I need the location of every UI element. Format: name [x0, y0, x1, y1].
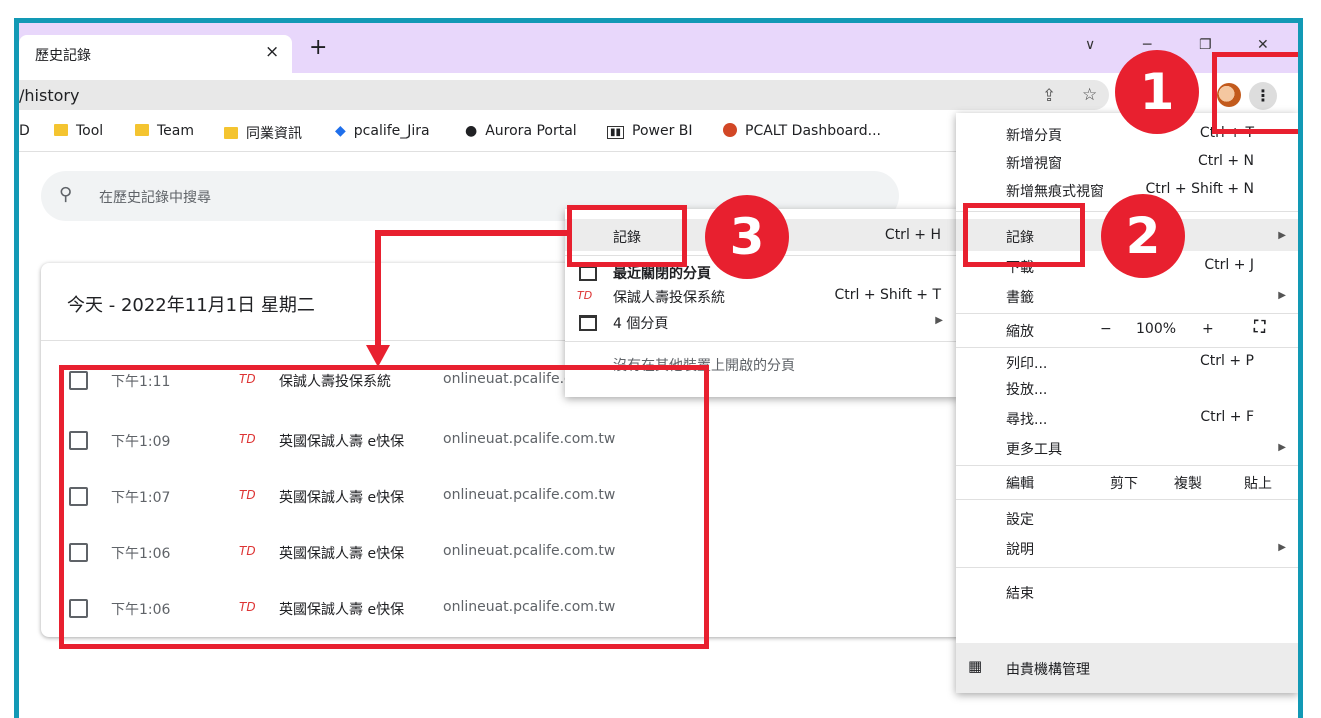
pcalife-favicon: TD — [577, 289, 593, 302]
paste-button[interactable]: 貼上 — [1244, 473, 1272, 493]
toolbar: /history ⇪ ☆ ⋮ — [19, 73, 1298, 115]
bookmark-pcalt-dashboard[interactable]: PCALT Dashboard... — [723, 123, 881, 139]
restore-icon[interactable]: ❐ — [1199, 37, 1212, 53]
annotation-box-history-submenu — [567, 205, 687, 267]
tab-strip: 歷史記錄 × + ∨ ─ ❐ ✕ — [19, 23, 1298, 73]
globe-icon: ● — [465, 123, 478, 139]
menu-zoom-label: 縮放 — [1006, 324, 1034, 340]
tab-history[interactable]: 歷史記錄 × — [19, 35, 292, 73]
menu-settings[interactable]: 設定 — [1006, 509, 1034, 529]
annotation-arrow-vertical — [375, 230, 381, 348]
bookmark-folder-team[interactable]: Team — [135, 123, 194, 139]
bookmark-item[interactable]: D — [19, 123, 30, 139]
menu-new-window-shortcut: Ctrl + N — [1197, 153, 1254, 169]
annotation-box-menu — [1212, 52, 1298, 134]
chevron-right-icon: ▶ — [1278, 442, 1286, 453]
close-window-icon[interactable]: ✕ — [1257, 37, 1269, 53]
day-header: 今天 - 2022年11月1日 星期二 — [67, 295, 315, 316]
chevron-right-icon: ▶ — [1278, 290, 1286, 301]
menu-find[interactable]: 尋找... — [1006, 409, 1047, 429]
zoom-level: 100% — [1136, 321, 1177, 337]
share-icon[interactable]: ⇪ — [1042, 86, 1056, 106]
url-text: /history — [19, 86, 80, 105]
tab-icon — [579, 265, 597, 281]
divider — [565, 341, 959, 342]
new-tab-icon[interactable]: + — [309, 35, 327, 60]
annotation-step-3: 3 — [705, 195, 789, 279]
folder-icon — [135, 124, 149, 136]
browser-window: 歷史記錄 × + ∨ ─ ❐ ✕ /history ⇪ ☆ ⋮ D Tool T… — [19, 23, 1298, 706]
menu-edit-label: 編輯 — [1006, 476, 1034, 492]
menu-exit[interactable]: 結束 — [1006, 583, 1034, 603]
menu-help[interactable]: 說明 — [1006, 539, 1034, 559]
annotation-arrow-head — [366, 345, 390, 367]
menu-bookmarks[interactable]: 書籤 — [1006, 287, 1034, 307]
annotation-step-2: 2 — [1101, 194, 1185, 278]
managed-by-org[interactable]: ▦ 由貴機構管理 — [956, 643, 1298, 693]
annotation-box-history-menu — [963, 203, 1085, 267]
jira-icon: ◆ — [335, 123, 346, 139]
annotation-arrow-horizontal — [375, 230, 571, 236]
tab-icon — [579, 315, 597, 331]
close-tab-icon[interactable]: × — [265, 42, 279, 62]
cut-button[interactable]: 剪下 — [1110, 473, 1138, 493]
search-placeholder: 在歷史記錄中搜尋 — [99, 190, 211, 206]
star-icon[interactable]: ☆ — [1082, 85, 1097, 105]
menu-incognito[interactable]: 新增無痕式視窗 — [1006, 181, 1104, 201]
powerpoint-icon — [723, 123, 737, 137]
search-icon: ⚲ — [59, 184, 73, 205]
managed-label: 由貴機構管理 — [1006, 662, 1090, 678]
address-bar[interactable]: /history ⇪ ☆ — [19, 80, 1109, 110]
menu-print-shortcut: Ctrl + P — [1200, 353, 1254, 369]
menu-incognito-shortcut: Ctrl + Shift + N — [1145, 181, 1254, 197]
powerbi-icon: ▮▮ — [607, 126, 625, 139]
zoom-in-button[interactable]: + — [1202, 321, 1214, 337]
chevron-right-icon: ▶ — [935, 315, 943, 326]
tab-group-item[interactable]: 4 個分頁 — [613, 313, 668, 333]
bookmark-aurora[interactable]: ● Aurora Portal — [465, 123, 577, 139]
divider — [956, 347, 1298, 348]
bookmark-powerbi[interactable]: ▮▮ Power BI — [607, 123, 693, 139]
bookmark-folder-industry[interactable]: 同業資訊 — [224, 123, 302, 143]
menu-new-window[interactable]: 新增視窗 — [1006, 153, 1062, 173]
copy-button[interactable]: 複製 — [1174, 473, 1202, 493]
bookmark-jira[interactable]: ◆ pcalife_Jira — [335, 123, 430, 139]
reopen-shortcut: Ctrl + Shift + T — [834, 287, 941, 303]
menu-more-tools[interactable]: 更多工具 — [1006, 439, 1062, 459]
menu-new-tab[interactable]: 新增分頁 — [1006, 125, 1062, 145]
menu-print[interactable]: 列印... — [1006, 353, 1047, 373]
annotation-box-history-list — [59, 365, 709, 649]
annotation-step-1: 1 — [1115, 50, 1199, 134]
chevron-right-icon: ▶ — [1278, 230, 1286, 241]
divider — [956, 313, 1298, 314]
building-icon: ▦ — [968, 657, 983, 675]
folder-icon — [224, 127, 238, 139]
menu-find-shortcut: Ctrl + F — [1200, 409, 1254, 425]
zoom-out-button[interactable]: − — [1100, 321, 1112, 337]
tab-title: 歷史記錄 — [35, 48, 91, 64]
divider — [956, 567, 1298, 568]
submenu-history-shortcut: Ctrl + H — [884, 227, 941, 243]
folder-icon — [54, 124, 68, 136]
recently-closed-item[interactable]: 保誠人壽投保系統 — [613, 287, 725, 307]
chevron-right-icon: ▶ — [1278, 542, 1286, 553]
divider — [956, 465, 1298, 466]
menu-downloads-shortcut: Ctrl + J — [1204, 257, 1254, 273]
divider — [956, 499, 1298, 500]
tab-search-icon[interactable]: ∨ — [1085, 37, 1095, 53]
menu-cast[interactable]: 投放... — [1006, 379, 1047, 399]
fullscreen-icon[interactable]: ⛶ — [1254, 317, 1265, 337]
bookmark-folder-tool[interactable]: Tool — [54, 123, 103, 139]
